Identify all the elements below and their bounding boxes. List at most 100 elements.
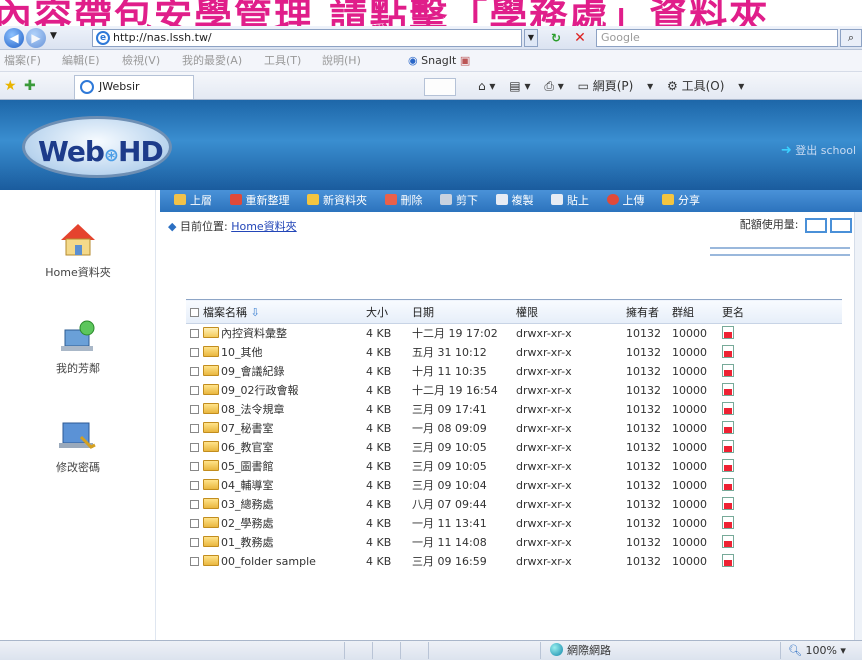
breadcrumb-home-link[interactable]: Home資料夾 <box>231 220 296 233</box>
menu-file[interactable]: 檔案(F) <box>4 50 41 72</box>
add-favorite-icon[interactable]: ✚ <box>24 78 36 94</box>
rename-icon[interactable] <box>722 535 734 548</box>
file-name-cell[interactable]: 10_其他 <box>186 343 366 362</box>
table-row[interactable]: 08_法令規章 4 KB 三月 09 17:41 drwxr-xr-x 10132 100… <box>186 400 842 419</box>
file-name-cell[interactable]: 01_教務處 <box>186 533 366 552</box>
row-checkbox[interactable] <box>190 367 199 376</box>
rename-icon[interactable] <box>722 383 734 396</box>
header-rename[interactable]: 更名 <box>722 299 842 324</box>
header-group[interactable]: 群組 <box>672 299 722 324</box>
file-name-link[interactable]: 01_教務處 <box>221 536 274 549</box>
home-icon-button[interactable]: ⌂ ▾ <box>478 79 495 93</box>
refresh-list-button[interactable]: 重新整理 <box>229 190 290 212</box>
row-checkbox[interactable] <box>190 443 199 452</box>
file-name-link[interactable]: 06_教官室 <box>221 441 274 454</box>
snagit-button[interactable]: ◉ SnagIt ▣ <box>408 50 470 72</box>
rename-icon[interactable] <box>722 554 734 567</box>
row-checkbox[interactable] <box>190 519 199 528</box>
rename-icon[interactable] <box>722 402 734 415</box>
stop-icon[interactable]: ✕ <box>569 29 591 47</box>
url-input[interactable]: e http://nas.lssh.tw/ <box>92 29 522 47</box>
row-checkbox[interactable] <box>190 556 199 566</box>
zoom-level[interactable]: 🔍︎ 100% ▾ <box>788 641 846 660</box>
row-checkbox[interactable] <box>190 481 199 490</box>
file-name-link[interactable]: 08_法令規章 <box>221 403 285 416</box>
file-name-link[interactable]: 02_學務處 <box>221 517 274 530</box>
browser-tab[interactable]: JWebsir <box>74 75 194 99</box>
search-input[interactable]: Google <box>596 29 838 47</box>
table-row[interactable]: 02_學務處 4 KB 一月 11 13:41 drwxr-xr-x 10132 1000… <box>186 514 842 533</box>
menu-favorites[interactable]: 我的最愛(A) <box>182 50 242 72</box>
rename-icon[interactable] <box>722 516 734 529</box>
rename-icon[interactable] <box>722 421 734 434</box>
refresh-icon[interactable]: ↻ <box>545 29 567 47</box>
sidebar-item-network[interactable]: 我的芳鄰 <box>0 316 156 376</box>
menu-edit[interactable]: 編輯(E) <box>62 50 100 72</box>
row-checkbox[interactable] <box>190 500 199 509</box>
table-row[interactable]: 09_02行政會報 4 KB 十二月 19 16:54 drwxr-xr-x 10132… <box>186 381 842 400</box>
menu-tools[interactable]: 工具(T) <box>264 50 301 72</box>
page-menu[interactable]: ▭ 網頁(P) ▾ <box>578 79 654 93</box>
file-name-cell[interactable]: 05_圖書館 <box>186 457 366 476</box>
file-name-link[interactable]: 03_總務處 <box>221 498 274 511</box>
file-name-cell[interactable]: 06_教官室 <box>186 438 366 457</box>
rename-icon[interactable] <box>722 440 734 453</box>
table-row[interactable]: 03_總務處 4 KB 八月 07 09:44 drwxr-xr-x 10132 1000… <box>186 495 842 514</box>
file-name-link[interactable]: 05_圖書館 <box>221 460 274 473</box>
rename-icon[interactable] <box>722 459 734 472</box>
rename-icon[interactable] <box>722 326 734 340</box>
header-size[interactable]: 大小 <box>366 299 412 324</box>
file-name-link[interactable]: 04_輔導室 <box>221 479 274 492</box>
file-name-cell[interactable]: 02_學務處 <box>186 514 366 533</box>
feeds-icon[interactable]: ▤ ▾ <box>509 79 530 93</box>
rename-icon[interactable] <box>722 497 734 510</box>
sort-icon[interactable]: ⇩ <box>251 306 260 319</box>
row-checkbox[interactable] <box>190 348 199 357</box>
file-name-link[interactable]: 10_其他 <box>221 346 263 359</box>
search-icon[interactable]: ⌕ <box>840 29 862 47</box>
print-icon[interactable]: ⎙ ▾ <box>544 79 563 93</box>
header-permission[interactable]: 權限 <box>516 299 626 324</box>
back-button[interactable]: ◀ <box>4 28 24 48</box>
table-row[interactable]: 00_folder sample 4 KB 三月 09 16:59 drwxr-xr-… <box>186 552 842 571</box>
file-name-cell[interactable]: 07_秘書室 <box>186 419 366 438</box>
table-row[interactable]: 10_其他 4 KB 五月 31 10:12 drwxr-xr-x 10132 10000 <box>186 343 842 362</box>
sidebar-item-password[interactable]: 修改密碼 <box>0 415 156 475</box>
table-row[interactable]: 內控資料彙整 4 KB 十二月 19 17:02 drwxr-xr-x 10132 100… <box>186 324 842 343</box>
sidebar-item-home[interactable]: Home資料夾 <box>0 220 156 280</box>
row-checkbox[interactable] <box>190 329 199 339</box>
file-name-cell[interactable]: 08_法令規章 <box>186 400 366 419</box>
copy-button[interactable]: 複製 <box>495 190 534 212</box>
table-row[interactable]: 09_會議紀錄 4 KB 十月 11 10:35 drwxr-xr-x 10132 100… <box>186 362 842 381</box>
new-tab-button[interactable] <box>424 78 456 96</box>
new-folder-button[interactable]: 新資料夾 <box>307 190 367 212</box>
share-button[interactable]: 分享 <box>662 190 700 212</box>
row-checkbox[interactable] <box>190 424 199 433</box>
table-row[interactable]: 06_教官室 4 KB 三月 09 10:05 drwxr-xr-x 10132 1000… <box>186 438 842 457</box>
table-row[interactable]: 07_秘書室 4 KB 一月 08 09:09 drwxr-xr-x 10132 1000… <box>186 419 842 438</box>
file-name-cell[interactable]: 03_總務處 <box>186 495 366 514</box>
table-row[interactable]: 05_圖書館 4 KB 三月 09 10:05 drwxr-xr-x 10132 1000… <box>186 457 842 476</box>
row-checkbox[interactable] <box>190 386 199 395</box>
menu-help[interactable]: 說明(H) <box>322 50 361 72</box>
file-name-cell[interactable]: 09_會議紀錄 <box>186 362 366 381</box>
file-name-link[interactable]: 內控資料彙整 <box>221 327 287 340</box>
select-all-checkbox[interactable] <box>190 307 199 317</box>
rename-icon[interactable] <box>722 478 734 491</box>
delete-button[interactable]: 刪除 <box>384 190 423 212</box>
nav-dropdown-icon[interactable]: ▼ <box>50 31 57 41</box>
forward-button[interactable]: ▶ <box>26 28 46 48</box>
paste-button[interactable]: 貼上 <box>551 190 589 212</box>
file-name-link[interactable]: 09_會議紀錄 <box>221 365 285 378</box>
table-row[interactable]: 04_輔導室 4 KB 三月 09 10:04 drwxr-xr-x 10132 1000… <box>186 476 842 495</box>
header-owner[interactable]: 擁有者 <box>626 299 672 324</box>
file-name-link[interactable]: 09_02行政會報 <box>221 384 299 397</box>
logout-link[interactable]: ➜ 登出 school <box>781 142 856 158</box>
favorites-star-icon[interactable]: ★ <box>4 78 17 94</box>
row-checkbox[interactable] <box>190 462 199 471</box>
table-row[interactable]: 01_教務處 4 KB 一月 11 14:08 drwxr-xr-x 10132 1000… <box>186 533 842 552</box>
menu-view[interactable]: 檢視(V) <box>122 50 160 72</box>
row-checkbox[interactable] <box>190 538 199 547</box>
header-name[interactable]: 檔案名稱 ⇩ <box>186 299 366 324</box>
upload-button[interactable]: 上傳 <box>606 190 645 212</box>
